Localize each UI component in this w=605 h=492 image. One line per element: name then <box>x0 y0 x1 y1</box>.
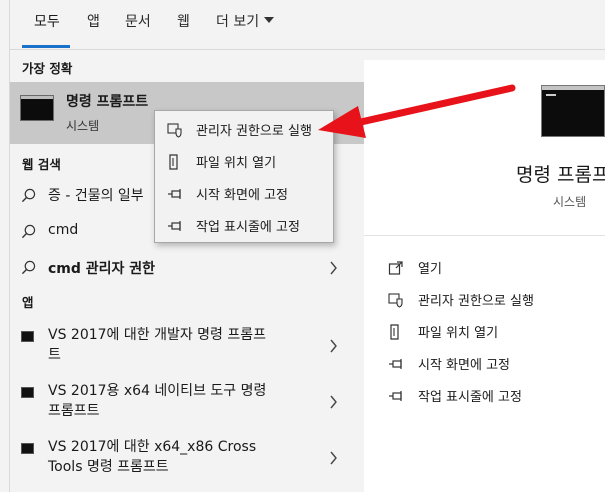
command-prompt-icon <box>541 85 605 137</box>
apps-header: 앱 <box>22 295 34 310</box>
search-icon <box>21 224 36 239</box>
menu-pin-to-taskbar[interactable]: 작업 표시줄에 고정 <box>155 210 333 240</box>
tab-more[interactable]: 더 보기 <box>216 11 275 31</box>
chevron-down-icon <box>264 17 275 23</box>
web-search-item[interactable]: cmd 관리자 권한 <box>10 252 364 284</box>
command-prompt-icon <box>21 443 34 454</box>
detail-title: 명령 프롬프트 <box>516 164 605 186</box>
action-label: 파일 위치 열기 <box>418 326 499 341</box>
command-prompt-icon <box>21 331 34 342</box>
app-item[interactable]: VS 2017에 대한 개발자 명령 프롬프 트 <box>10 320 364 370</box>
detail-subtitle: 시스템 <box>553 195 587 209</box>
app-item[interactable]: VS 2017용 x64 네이티브 도구 명령 프롬프트 <box>10 376 364 426</box>
file-location-icon <box>390 324 399 340</box>
pin-icon <box>168 221 181 231</box>
tab-web[interactable]: 웹 <box>177 11 190 31</box>
app-title: VS 2017에 대한 개발자 명령 프롬프 트 <box>48 327 267 363</box>
search-icon <box>21 188 36 203</box>
app-title: VS 2017에 대한 x64_x86 Cross Tools 명령 프롬프트 <box>48 439 257 475</box>
web-search-text: cmd 관리자 권한 <box>48 261 156 277</box>
chevron-right-icon[interactable] <box>329 451 338 465</box>
web-search-header: 웹 검색 <box>22 157 61 172</box>
menu-item-label: 관리자 권한으로 실행 <box>196 124 312 139</box>
pin-icon <box>389 359 402 369</box>
tab-documents[interactable]: 문서 <box>125 11 151 31</box>
context-menu: 관리자 권한으로 실행 파일 위치 열기 시작 화면에 고정 작업 표시줄에 고… <box>154 110 334 243</box>
best-match-title: 명령 프롬프트 <box>66 94 149 110</box>
search-icon <box>21 260 36 275</box>
search-tabs: 모두 앱 문서 웹 더 보기 <box>10 0 605 50</box>
menu-open-file-location[interactable]: 파일 위치 열기 <box>155 146 333 176</box>
chevron-right-icon[interactable] <box>329 261 338 275</box>
action-label: 시작 화면에 고정 <box>418 358 510 373</box>
web-search-text: cmd <box>48 222 79 238</box>
detail-divider <box>364 235 605 236</box>
tab-apps[interactable]: 앱 <box>87 11 100 31</box>
pin-icon <box>168 189 181 199</box>
menu-pin-to-start[interactable]: 시작 화면에 고정 <box>155 178 333 208</box>
menu-item-label: 파일 위치 열기 <box>196 156 277 171</box>
file-location-icon <box>169 154 178 170</box>
pin-icon <box>389 391 402 401</box>
best-match-subtitle: 시스템 <box>66 119 100 133</box>
menu-item-label: 시작 화면에 고정 <box>196 188 288 203</box>
action-label: 열기 <box>418 262 442 277</box>
action-label: 관리자 권한으로 실행 <box>418 294 534 309</box>
open-icon <box>388 261 403 275</box>
best-match-header: 가장 정확 <box>22 61 73 76</box>
app-title: VS 2017용 x64 네이티브 도구 명령 프롬프트 <box>48 383 267 419</box>
chevron-right-icon[interactable] <box>329 395 338 409</box>
tab-all[interactable]: 모두 <box>34 11 60 31</box>
web-search-text: 증 - 건물의 일부 <box>48 188 144 204</box>
shield-icon <box>167 123 182 138</box>
active-tab-indicator <box>22 45 70 48</box>
command-prompt-icon <box>20 95 54 121</box>
shield-icon <box>388 293 403 308</box>
menu-run-as-admin[interactable]: 관리자 권한으로 실행 <box>155 114 333 144</box>
detail-panel: 명령 프롬프트 시스템 열기 관리자 권한으로 실행 파일 위치 열기 시작 화… <box>364 60 605 492</box>
app-item[interactable]: VS 2017에 대한 x64_x86 Cross Tools 명령 프롬프트 <box>10 432 364 484</box>
command-prompt-icon <box>21 387 34 398</box>
action-label: 작업 표시줄에 고정 <box>418 390 522 405</box>
menu-item-label: 작업 표시줄에 고정 <box>196 220 300 235</box>
chevron-right-icon[interactable] <box>329 339 338 353</box>
tab-more-label: 더 보기 <box>216 14 260 30</box>
